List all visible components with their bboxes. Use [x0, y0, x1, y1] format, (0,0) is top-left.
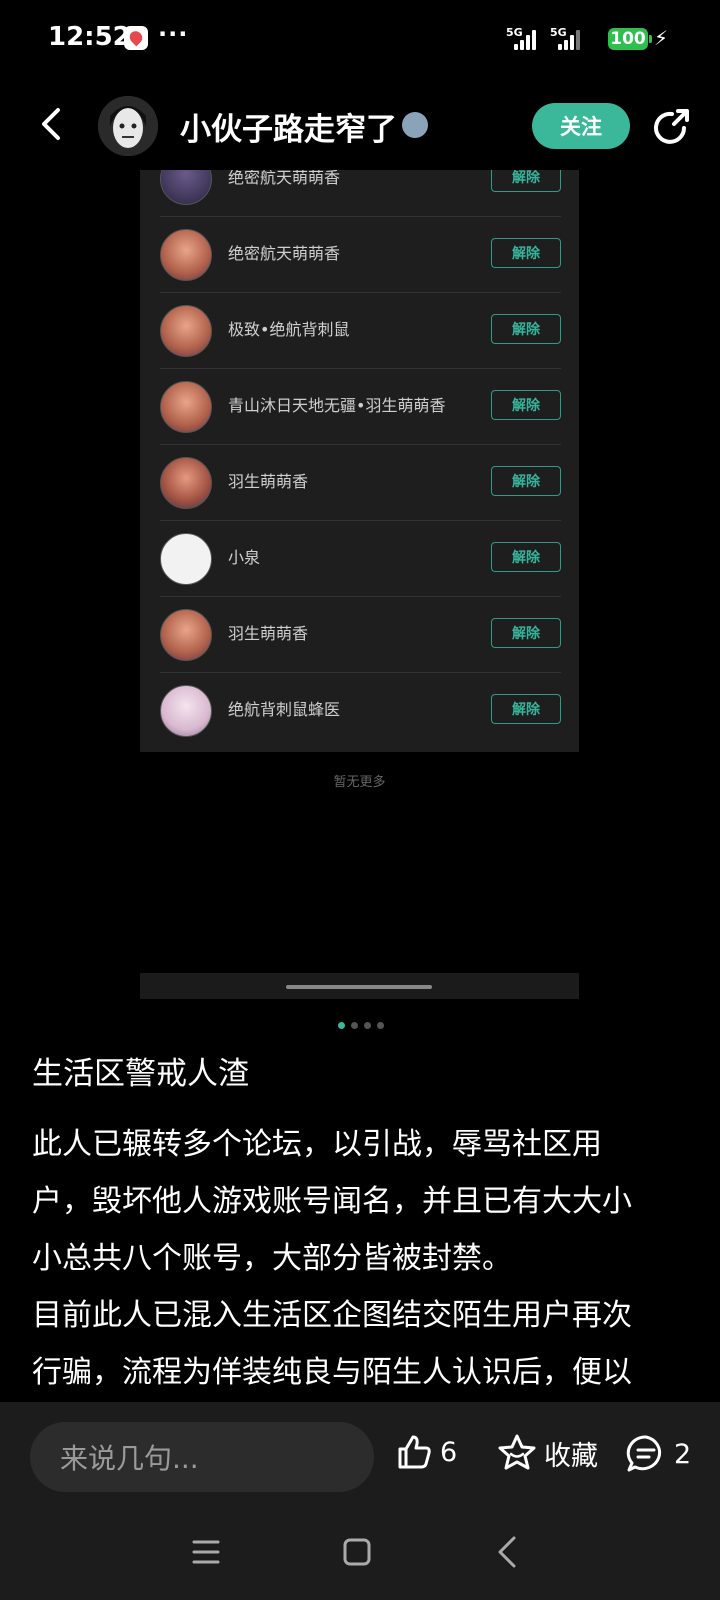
- comment-input[interactable]: 来说几句...: [30, 1422, 374, 1492]
- unblock-button[interactable]: 解除: [491, 466, 561, 496]
- blocklist: 绝密航天萌萌香 解除 绝密航天萌萌香 解除 极致•绝航背刺鼠 解除 青山沐日天地…: [140, 170, 579, 752]
- unblock-button[interactable]: 解除: [491, 542, 561, 572]
- pager-dot[interactable]: [338, 1022, 345, 1029]
- map-app-icon: [124, 26, 148, 50]
- list-item-name: 青山沐日天地无疆•羽生萌萌香: [228, 396, 446, 415]
- menu-icon[interactable]: [186, 1532, 226, 1572]
- list-item: 极致•绝航背刺鼠 解除: [160, 292, 561, 369]
- list-item-name: 小泉: [228, 548, 261, 567]
- follow-button[interactable]: 关注: [532, 103, 630, 149]
- list-item: 羽生萌萌香 解除: [160, 444, 561, 521]
- unblock-button[interactable]: 解除: [491, 390, 561, 420]
- avatar: [160, 305, 212, 357]
- no-more-label: 暂无更多: [333, 775, 386, 790]
- star-icon: [498, 1434, 536, 1470]
- list-item-name: 极致•绝航背刺鼠: [228, 320, 350, 339]
- unblock-button[interactable]: 解除: [491, 238, 561, 268]
- list-item-name: 羽生萌萌香: [228, 624, 309, 643]
- post-line: 小总共八个账号，大部分皆被封禁。: [32, 1241, 512, 1276]
- pager-dot[interactable]: [351, 1022, 358, 1029]
- username[interactable]: 小伙子路走窄了: [180, 104, 397, 149]
- list-item-name: 绝密航天萌萌香: [228, 170, 341, 187]
- unblock-button[interactable]: 解除: [491, 618, 561, 648]
- unblock-button[interactable]: 解除: [491, 694, 561, 724]
- back-nav-icon[interactable]: [488, 1532, 528, 1572]
- post-line: 行骗，流程为佯装纯良与陌生人认识后，便以: [32, 1355, 632, 1390]
- more-notifications-icon: ···: [158, 20, 189, 48]
- avatar: [160, 381, 212, 433]
- avatar: [160, 170, 212, 205]
- comment-count: 2: [674, 1438, 692, 1470]
- list-item-name: 羽生萌萌香: [228, 472, 309, 491]
- avatar: [160, 609, 212, 661]
- list-item: 青山沐日天地无疆•羽生萌萌香 解除: [160, 368, 561, 445]
- avatar: [160, 457, 212, 509]
- home-icon[interactable]: [337, 1532, 377, 1572]
- list-item: 绝密航天萌萌香 解除: [160, 170, 561, 217]
- collect-label: 收藏: [544, 1440, 598, 1472]
- post-body: 此人已辗转多个论坛，以引战，辱骂社区用 户，毁坏他人游戏账号闻名，并且已有大大小…: [32, 1116, 698, 1401]
- charging-icon: ⚡: [654, 26, 669, 50]
- battery-indicator: 100: [608, 28, 652, 50]
- list-item: 绝密航天萌萌香 解除: [160, 216, 561, 293]
- thumbs-up-icon: [398, 1435, 431, 1469]
- comment-button[interactable]: 2: [624, 1432, 691, 1476]
- avatar[interactable]: [98, 96, 158, 156]
- list-item: 小泉 解除: [160, 520, 561, 597]
- signal-2-icon: [558, 28, 580, 50]
- level-badge-icon: [402, 112, 428, 138]
- collect-button[interactable]: 收藏: [496, 1432, 598, 1474]
- signal-1-icon: [514, 28, 536, 50]
- unblock-button[interactable]: 解除: [491, 314, 561, 344]
- list-item-name: 绝密航天萌萌香: [228, 244, 341, 263]
- avatar: [160, 229, 212, 281]
- unblock-button[interactable]: 解除: [491, 170, 561, 192]
- list-item-name: 绝航背刺鼠蜂医: [228, 700, 341, 719]
- avatar: [160, 533, 212, 585]
- list-item: 羽生萌萌香 解除: [160, 596, 561, 673]
- post-title: 生活区警戒人渣: [32, 1056, 249, 1092]
- status-time: 12:52: [48, 22, 131, 52]
- embedded-nav-bar: [140, 973, 579, 999]
- pager-dot[interactable]: [364, 1022, 371, 1029]
- back-icon[interactable]: [34, 104, 74, 144]
- bottom-action-bar: 来说几句... 6 收藏 2: [0, 1402, 720, 1600]
- post-line: 此人已辗转多个论坛，以引战，辱骂社区用: [32, 1127, 602, 1162]
- home-indicator: [286, 985, 432, 989]
- comment-icon: [626, 1435, 662, 1472]
- share-icon[interactable]: [650, 106, 692, 148]
- post-image[interactable]: 绝密航天萌萌香 解除 绝密航天萌萌香 解除 极致•绝航背刺鼠 解除 青山沐日天地…: [140, 170, 579, 1000]
- like-count: 6: [440, 1436, 458, 1468]
- post-line: 目前此人已混入生活区企图结交陌生用户再次: [32, 1298, 632, 1333]
- list-item: 绝航背刺鼠蜂医 解除: [160, 672, 561, 748]
- post-line: 户，毁坏他人游戏账号闻名，并且已有大大小: [32, 1184, 632, 1219]
- image-pager: [338, 1022, 384, 1029]
- pager-dot[interactable]: [377, 1022, 384, 1029]
- avatar: [160, 685, 212, 737]
- like-button[interactable]: 6: [394, 1432, 457, 1472]
